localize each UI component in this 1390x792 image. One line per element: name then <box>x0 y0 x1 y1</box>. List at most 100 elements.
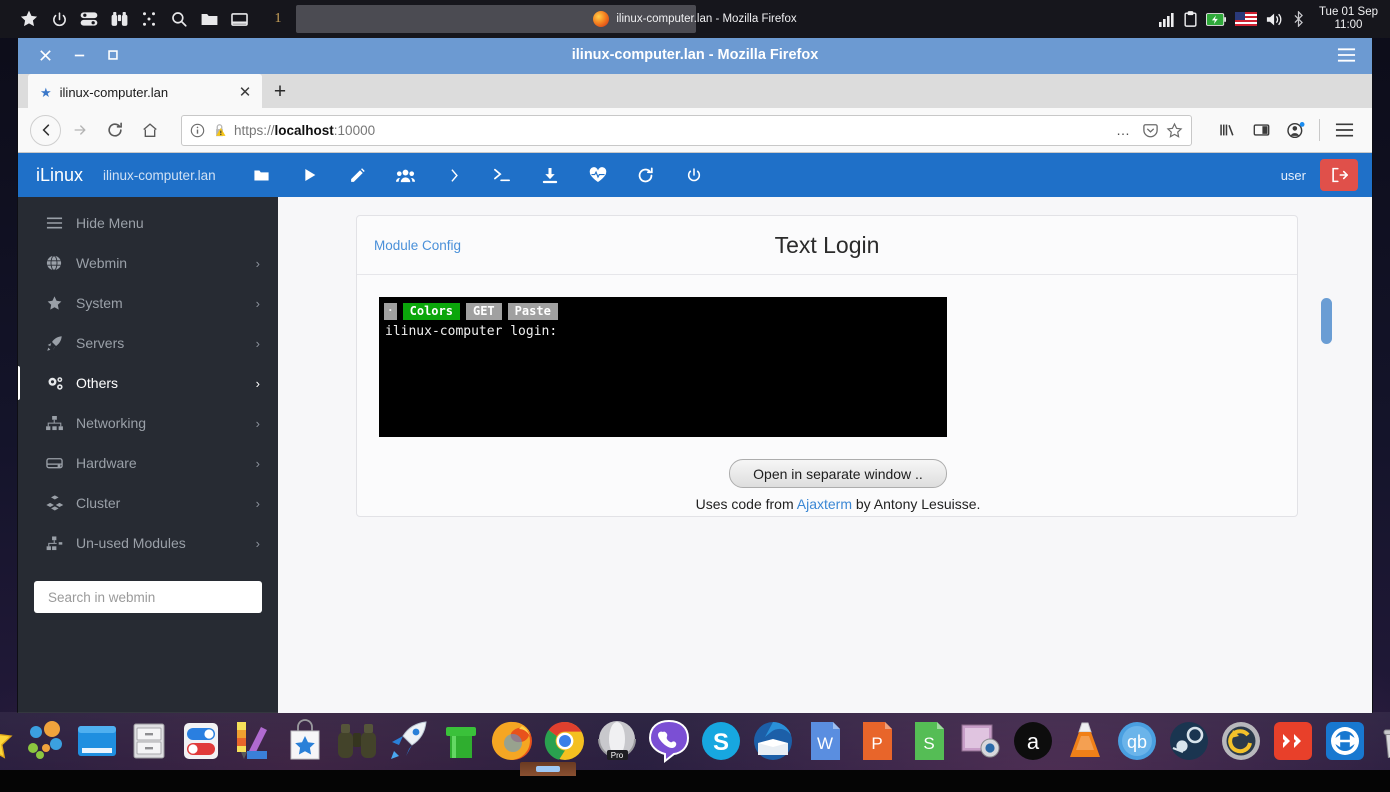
dock-amazon-icon[interactable]: a <box>1009 717 1057 765</box>
dock-impress-icon[interactable]: P <box>853 717 901 765</box>
battery-charging-icon[interactable] <box>1205 12 1226 26</box>
reload-icon[interactable] <box>99 115 131 145</box>
webmin-brand[interactable]: iLinux <box>36 165 83 186</box>
close-tab-button[interactable]: ✕ <box>236 83 254 101</box>
sidebar-item-hardware[interactable]: Hardware › <box>18 443 278 483</box>
dock-word-icon[interactable]: W <box>801 717 849 765</box>
power-icon[interactable] <box>44 4 74 34</box>
terminal-paste-button[interactable]: Paste <box>507 303 558 320</box>
signal-bars-icon[interactable] <box>1158 12 1175 27</box>
url-text[interactable]: https://localhost:10000 <box>234 123 1105 138</box>
page-actions-button[interactable]: … <box>1112 122 1135 138</box>
dock-vlc-icon[interactable] <box>1061 717 1109 765</box>
dock-window-icon[interactable] <box>73 717 121 765</box>
dock-thunderbird-icon[interactable] <box>749 717 797 765</box>
close-window-button[interactable] <box>34 44 56 66</box>
edit-file-icon[interactable] <box>334 153 382 197</box>
dock-pipe-icon[interactable] <box>437 717 485 765</box>
bookmark-star-icon[interactable] <box>1166 122 1183 139</box>
workspace-number[interactable]: 1 <box>268 11 288 27</box>
download-icon[interactable] <box>526 153 574 197</box>
dock-toggles-icon[interactable] <box>177 717 225 765</box>
dock-palette-icon[interactable] <box>229 717 277 765</box>
dock-viber-icon[interactable] <box>645 717 693 765</box>
terminal-colors-button[interactable]: Colors <box>402 303 460 320</box>
sidebar-item-networking[interactable]: Networking › <box>18 403 278 443</box>
file-manager-icon[interactable] <box>238 153 286 197</box>
text-login-panel: Module Config Text Login · Colors GET Pa… <box>356 215 1332 517</box>
dock-bubbles-icon[interactable] <box>21 717 69 765</box>
browser-tab[interactable]: ★ ilinux-computer.lan ✕ <box>28 74 262 108</box>
dock-filecabinet-icon[interactable] <box>125 717 173 765</box>
system-health-icon[interactable] <box>574 153 622 197</box>
binoculars-icon[interactable] <box>104 4 134 34</box>
dock-store-icon[interactable] <box>281 717 329 765</box>
window-icon[interactable] <box>224 4 254 34</box>
dock-anydesk-icon[interactable] <box>1269 717 1317 765</box>
bluetooth-icon[interactable] <box>1293 11 1304 27</box>
pocket-icon[interactable] <box>1142 122 1159 139</box>
clock[interactable]: Tue 01 Sep 11:00 <box>1319 6 1378 32</box>
dock-trash-icon[interactable] <box>1373 717 1390 765</box>
forward-arrow-icon[interactable] <box>64 115 96 145</box>
terminal-menu-button[interactable]: · <box>384 303 397 320</box>
star-icon[interactable] <box>14 4 44 34</box>
volume-icon[interactable] <box>1266 12 1284 27</box>
url-bar[interactable]: https://localhost:10000 … <box>181 114 1192 146</box>
ajaxterm-terminal[interactable]: · Colors GET Paste ilinux-computer login… <box>379 297 947 437</box>
power-icon[interactable] <box>670 153 718 197</box>
scrollbar-thumb[interactable] <box>1321 298 1332 344</box>
dock-qbittorrent-icon[interactable]: qb <box>1113 717 1161 765</box>
open-separate-window-button[interactable]: Open in separate window .. <box>729 459 947 488</box>
new-tab-button[interactable]: + <box>262 76 298 108</box>
search-icon[interactable] <box>164 4 194 34</box>
clipboard-icon[interactable] <box>1184 11 1197 27</box>
users-icon[interactable] <box>382 153 430 197</box>
app-menu-icon[interactable] <box>1328 115 1360 145</box>
module-config-link[interactable]: Module Config <box>374 238 461 253</box>
dock-opera-icon[interactable]: Pro <box>593 717 641 765</box>
settings-toggle-icon[interactable] <box>74 4 104 34</box>
terminal-get-button[interactable]: GET <box>465 303 502 320</box>
back-arrow-icon[interactable] <box>30 114 61 146</box>
minimize-window-button[interactable] <box>68 44 90 66</box>
search-input[interactable] <box>46 588 250 606</box>
sidebar-icon[interactable] <box>1245 115 1277 145</box>
home-icon[interactable] <box>134 115 166 145</box>
hamburger-menu-icon[interactable] <box>1337 47 1356 63</box>
library-icon[interactable] <box>1211 115 1243 145</box>
sidebar-item-cluster[interactable]: Cluster › <box>18 483 278 523</box>
sidebar-item-others[interactable]: Others › <box>18 363 278 403</box>
dock-timeshift-icon[interactable] <box>1217 717 1265 765</box>
dock-screenshot-icon[interactable] <box>957 717 1005 765</box>
sidebar-item-un-used-modules[interactable]: Un-used Modules › <box>18 523 278 563</box>
page-info-icon[interactable] <box>190 123 205 138</box>
dock-star-icon[interactable] <box>0 717 17 765</box>
chevron-right-icon[interactable] <box>430 153 478 197</box>
grid-dots-icon[interactable] <box>134 4 164 34</box>
dock-steam-icon[interactable] <box>1165 717 1213 765</box>
folder-icon[interactable] <box>194 4 224 34</box>
dock-chrome-icon[interactable] <box>541 717 589 765</box>
dock-skype-icon[interactable]: S <box>697 717 745 765</box>
insecure-lock-warning-icon[interactable] <box>212 122 227 138</box>
sidebar-item-system[interactable]: System › <box>18 283 278 323</box>
ajaxterm-link[interactable]: Ajaxterm <box>797 496 852 512</box>
dock-teamviewer-icon[interactable] <box>1321 717 1369 765</box>
sidebar-item-hide-menu[interactable]: Hide Menu <box>18 203 278 243</box>
dock-binoculars-icon[interactable] <box>333 717 381 765</box>
terminal-icon[interactable] <box>478 153 526 197</box>
sidebar-item-servers[interactable]: Servers › <box>18 323 278 363</box>
dock-firefox-icon[interactable] <box>489 717 537 765</box>
flag-us-icon[interactable] <box>1234 12 1257 26</box>
account-icon[interactable] <box>1279 115 1311 145</box>
sidebar-item-webmin[interactable]: Webmin › <box>18 243 278 283</box>
dock-rocket-icon[interactable] <box>385 717 433 765</box>
sidebar-search[interactable] <box>34 581 262 613</box>
maximize-window-button[interactable] <box>102 44 124 66</box>
run-icon[interactable] <box>286 153 334 197</box>
dock-calc-icon[interactable]: S <box>905 717 953 765</box>
logout-icon[interactable] <box>1320 159 1358 191</box>
taskbar-window-button[interactable] <box>296 5 696 33</box>
refresh-icon[interactable] <box>622 153 670 197</box>
